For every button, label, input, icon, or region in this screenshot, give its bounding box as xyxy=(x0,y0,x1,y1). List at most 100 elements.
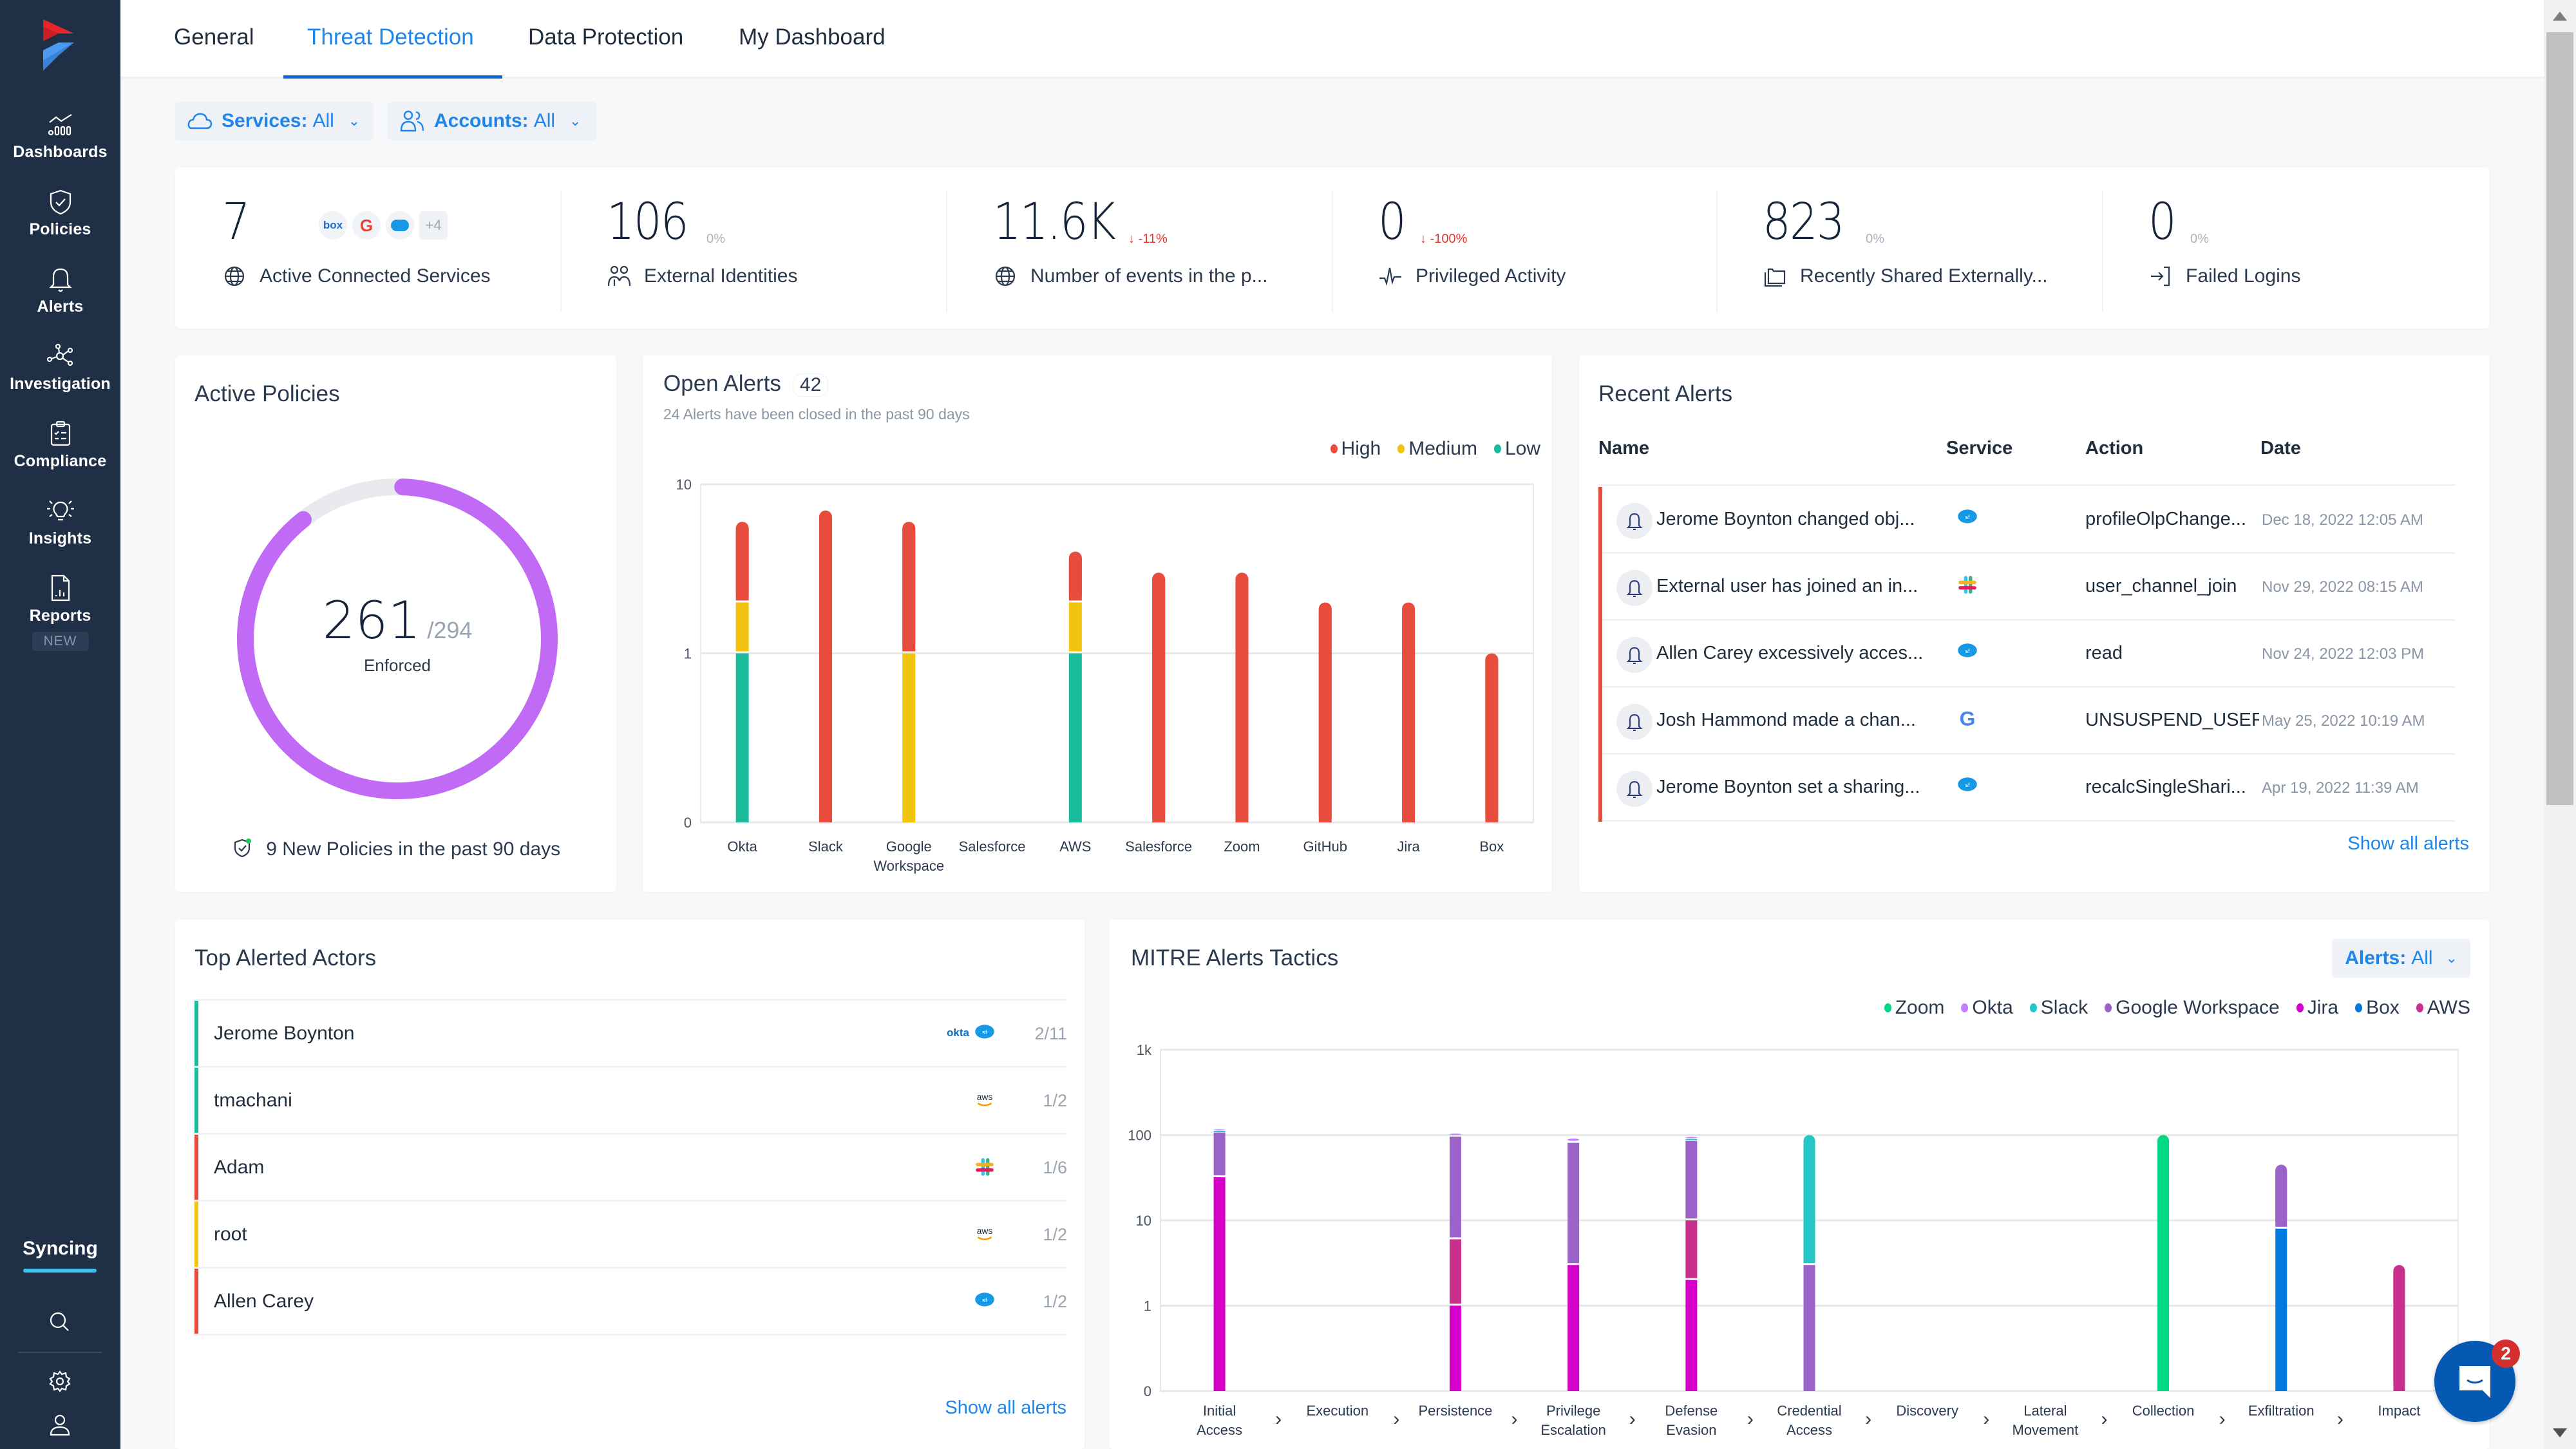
bar-segment-box[interactable] xyxy=(2275,1228,2287,1391)
severity-indicator xyxy=(1598,554,1602,621)
bar-segment-okta[interactable] xyxy=(1213,1129,1226,1131)
bar-segment-okta[interactable] xyxy=(1685,1137,1698,1139)
list-item[interactable]: Allen Carey sf 1/2 xyxy=(194,1269,1067,1336)
table-row[interactable]: Jerome Boynton changed obj... sf profile… xyxy=(1598,487,2455,554)
folders-icon xyxy=(1764,268,1786,287)
column-header-service[interactable]: Service xyxy=(1946,438,2012,459)
table-row[interactable]: Allen Carey excessively acces... sf read… xyxy=(1598,621,2455,688)
dashboards-icon xyxy=(48,114,72,136)
show-all-alerts-link[interactable]: Show all alerts xyxy=(2347,833,2469,855)
user-icon[interactable] xyxy=(44,1409,76,1441)
bar-segment-body xyxy=(1235,579,1249,822)
sidebar-item-reports[interactable]: Reports NEW xyxy=(0,572,120,651)
bar-segment-body xyxy=(1152,579,1166,822)
tab-data-protection[interactable]: Data Protection xyxy=(528,24,683,50)
kpi-number-of-events[interactable]: 11.6K ↓ -11% Number of events in the p..… xyxy=(993,167,1328,328)
search-icon[interactable] xyxy=(44,1306,76,1338)
bar-segment-aws[interactable] xyxy=(1685,1220,1698,1278)
legend-item[interactable]: Box xyxy=(2355,997,2400,1019)
bar-segment-jira[interactable] xyxy=(1685,1280,1698,1391)
bar-segment-slack[interactable] xyxy=(1213,1130,1226,1132)
legend-item[interactable]: AWS xyxy=(2416,997,2470,1019)
bar-segment-low[interactable] xyxy=(1068,653,1082,823)
kpi-active-connected-services[interactable]: 7 box G +4 Active Connected Services xyxy=(222,167,557,328)
scroll-thumb[interactable] xyxy=(2546,32,2573,805)
actor-name[interactable]: root xyxy=(214,1224,247,1245)
kpi-recently-shared-externally[interactable]: 823 0% Recently Shared Externally... xyxy=(1763,167,2098,328)
table-row[interactable]: Jerome Boynton set a sharing... sf recal… xyxy=(1598,755,2455,822)
sidebar-item-compliance[interactable]: Compliance xyxy=(0,417,120,471)
scroll-down-arrow[interactable] xyxy=(2553,1428,2567,1437)
bar-segment-okta[interactable] xyxy=(1567,1138,1580,1141)
table-row[interactable]: External user has joined an in... user_c… xyxy=(1598,554,2455,621)
alert-name[interactable]: Jerome Boynton changed obj... xyxy=(1656,509,1933,530)
bar-segment-aws[interactable] xyxy=(1449,1239,1461,1304)
legend-item[interactable]: Zoom xyxy=(1884,997,1944,1019)
legend-item[interactable]: Okta xyxy=(1961,997,2013,1019)
bell-icon xyxy=(1616,503,1653,539)
vertical-scrollbar[interactable] xyxy=(2544,0,2576,1449)
actor-name[interactable]: Adam xyxy=(214,1157,264,1179)
bar-segment-jira[interactable] xyxy=(1567,1265,1580,1391)
bar-segment-medium[interactable] xyxy=(902,653,916,823)
column-header-name[interactable]: Name xyxy=(1598,438,1649,459)
legend-label: Slack xyxy=(2040,997,2088,1018)
kpi-privileged-activity[interactable]: 0 ↓ -100% Privileged Activity xyxy=(1378,167,1713,328)
bar-segment-medium[interactable] xyxy=(735,602,749,652)
legend-item[interactable]: Slack xyxy=(2029,997,2088,1019)
legend-item[interactable]: Jira xyxy=(2296,997,2338,1019)
sidebar-item-investigation[interactable]: Investigation xyxy=(0,340,120,393)
bar-segment-medium[interactable] xyxy=(1068,602,1082,652)
bar-segment-google-workspace[interactable] xyxy=(1567,1142,1580,1264)
bar-segment-jira[interactable] xyxy=(1213,1177,1226,1391)
scroll-up-arrow[interactable] xyxy=(2553,12,2567,21)
bar-segment-google-workspace[interactable] xyxy=(1213,1132,1226,1176)
alert-name[interactable]: Josh Hammond made a chan... xyxy=(1656,710,1933,731)
legend-item[interactable]: High xyxy=(1330,438,1381,460)
accounts-filter[interactable]: Accounts: All ⌄ xyxy=(388,102,597,140)
bar-segment-jira[interactable] xyxy=(1449,1305,1461,1392)
column-header-date[interactable]: Date xyxy=(2260,438,2301,459)
legend-item[interactable]: Google Workspace xyxy=(2105,997,2280,1019)
sidebar-item-insights[interactable]: Insights xyxy=(0,495,120,548)
alert-name[interactable]: Jerome Boynton set a sharing... xyxy=(1656,777,1933,798)
services-filter-value: All xyxy=(312,110,334,131)
severity-indicator xyxy=(1598,688,1602,755)
list-item[interactable]: Jerome Boynton okta sf 2/11 xyxy=(194,1001,1067,1068)
severity-indicator xyxy=(194,1269,198,1334)
alert-name[interactable]: External user has joined an in... xyxy=(1656,576,1933,597)
tab-threat-detection[interactable]: Threat Detection xyxy=(307,24,474,50)
show-all-alerts-link[interactable]: Show all alerts xyxy=(945,1397,1066,1419)
legend-item[interactable]: Low xyxy=(1493,438,1540,460)
gear-icon[interactable] xyxy=(44,1365,76,1397)
table-row[interactable]: Josh Hammond made a chan... G UNSUSPEND_… xyxy=(1598,688,2455,755)
list-item[interactable]: Adam 1/6 xyxy=(194,1135,1067,1202)
tab-my-dashboard[interactable]: My Dashboard xyxy=(739,24,886,50)
list-item[interactable]: tmachani aws 1/2 xyxy=(194,1068,1067,1135)
bar-segment-google-workspace[interactable] xyxy=(1449,1136,1461,1238)
legend-item[interactable]: Medium xyxy=(1397,438,1477,460)
bar-segment-low[interactable] xyxy=(735,653,749,823)
actor-name[interactable]: Allen Carey xyxy=(214,1291,314,1312)
app-logo[interactable] xyxy=(42,19,77,71)
alert-name[interactable]: Allen Carey excessively acces... xyxy=(1656,643,1933,664)
x-tick-label: Jira xyxy=(1397,838,1420,855)
column-header-action[interactable]: Action xyxy=(2085,438,2143,459)
alerts-filter[interactable]: Alerts: All ⌄ xyxy=(2332,939,2470,978)
bar-segment-google-workspace[interactable] xyxy=(1803,1265,1815,1391)
list-item[interactable]: root aws 1/2 xyxy=(194,1202,1067,1269)
sidebar-item-policies[interactable]: Policies xyxy=(0,185,120,239)
sidebar-item-alerts[interactable]: Alerts xyxy=(0,263,120,316)
bar-segment-slack[interactable] xyxy=(1685,1139,1698,1141)
actor-name[interactable]: Jerome Boynton xyxy=(214,1023,354,1045)
kpi-failed-logins[interactable]: 0 0% Failed Logins xyxy=(2148,167,2483,328)
bar-segment-okta[interactable] xyxy=(1449,1133,1461,1135)
bar-segment-google-workspace[interactable] xyxy=(1685,1141,1698,1218)
kpi-external-identities[interactable]: 106 0% External Identities xyxy=(607,167,942,328)
tab-general[interactable]: General xyxy=(174,24,254,50)
sidebar-item-dashboards[interactable]: Dashboards xyxy=(0,108,120,162)
actor-name[interactable]: tmachani xyxy=(214,1090,292,1112)
chevron-down-icon: ⌄ xyxy=(569,113,582,129)
policies-donut[interactable]: 261/294 Enforced xyxy=(230,471,565,806)
services-filter[interactable]: Services: All ⌄ xyxy=(175,102,374,140)
